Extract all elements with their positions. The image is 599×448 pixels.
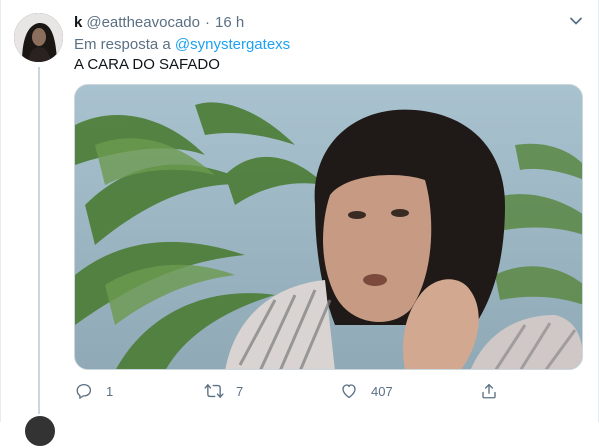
next-tweet-avatar[interactable] [23, 414, 57, 448]
reply-prefix: Em resposta a [74, 36, 171, 53]
reply-icon [74, 381, 94, 401]
tweet-media[interactable] [74, 84, 583, 370]
tweet-actions: 1 7 407 [74, 376, 583, 406]
reply-count: 1 [106, 383, 114, 399]
chevron-down-icon [568, 13, 584, 34]
share-button[interactable] [479, 376, 499, 406]
reply-context: Em resposta a @synystergatexs [74, 35, 290, 55]
tweet-card[interactable]: k @eattheavocado · 16 h Em resposta a @syny… [0, 0, 599, 448]
heart-icon [339, 381, 359, 401]
thread-line [38, 67, 40, 415]
tweet-header: k @eattheavocado · 16 h [74, 13, 244, 33]
reply-mention-link[interactable]: @synystergatexs [175, 36, 290, 53]
user-handle[interactable]: @eattheavocado [86, 14, 200, 31]
retweet-button[interactable]: 7 [204, 376, 243, 406]
like-button[interactable]: 407 [339, 376, 393, 406]
more-options-button[interactable] [564, 11, 588, 35]
tweet-text: A CARA DO SAFADO [74, 56, 220, 73]
separator-dot: · [205, 14, 210, 31]
like-count: 407 [371, 383, 393, 399]
video-still-image [75, 85, 582, 369]
timestamp[interactable]: 16 h [215, 14, 244, 31]
retweet-count: 7 [236, 383, 244, 399]
share-icon [479, 381, 499, 401]
reply-button[interactable]: 1 [74, 376, 113, 406]
display-name[interactable]: k [74, 14, 82, 31]
avatar[interactable] [14, 13, 63, 62]
retweet-icon [204, 381, 224, 401]
